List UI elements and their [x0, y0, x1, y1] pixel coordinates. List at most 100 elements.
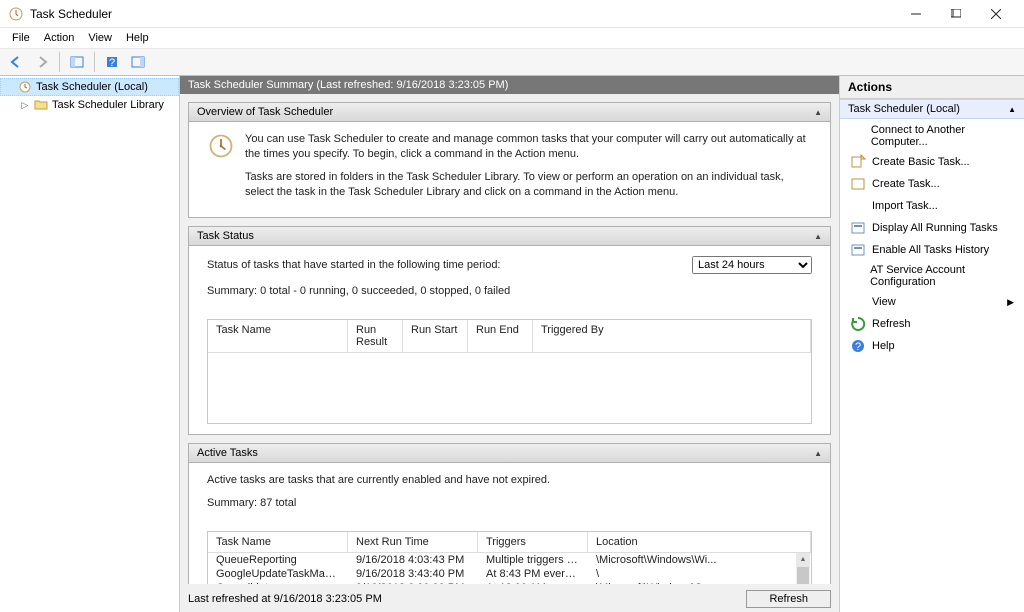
- help-button[interactable]: ?: [100, 51, 124, 73]
- chevron-up-icon: ▲: [814, 449, 822, 458]
- menu-action[interactable]: Action: [38, 30, 81, 46]
- menu-help[interactable]: Help: [120, 30, 155, 46]
- action-item[interactable]: Display All Running Tasks: [840, 217, 1024, 239]
- actions-subheading[interactable]: Task Scheduler (Local) ▲: [840, 99, 1024, 119]
- action-item[interactable]: Create Task...: [840, 173, 1024, 195]
- action-item[interactable]: Create Basic Task...: [840, 151, 1024, 173]
- action-icon: ?: [850, 338, 866, 354]
- col-location[interactable]: Location: [588, 532, 811, 552]
- menu-file[interactable]: File: [6, 30, 36, 46]
- col-task-name[interactable]: Task Name: [208, 320, 348, 352]
- scroll-thumb[interactable]: [797, 567, 809, 584]
- action-icon: [850, 316, 866, 332]
- status-period-select[interactable]: Last 24 hours: [692, 256, 812, 274]
- table-cell: \Microsoft\Windows\Wi...: [588, 553, 811, 567]
- scrollbar[interactable]: ▲ ▼: [796, 553, 810, 584]
- col-next-run-time[interactable]: Next Run Time: [348, 532, 478, 552]
- footer: Last refreshed at 9/16/2018 3:23:05 PM R…: [180, 584, 839, 612]
- minimize-button[interactable]: [896, 2, 936, 26]
- forward-button[interactable]: [30, 51, 54, 73]
- action-item[interactable]: ?Help: [840, 335, 1024, 357]
- action-icon: [850, 154, 866, 170]
- last-refreshed-label: Last refreshed at 9/16/2018 3:23:05 PM: [188, 593, 382, 605]
- tree-library[interactable]: ▷ Task Scheduler Library: [0, 96, 179, 114]
- task-status-header[interactable]: Task Status ▲: [189, 227, 830, 246]
- table-cell: \Microsoft\Windows\C...: [588, 581, 811, 584]
- active-table: Task Name Next Run Time Triggers Locatio…: [207, 531, 812, 584]
- menu-view[interactable]: View: [82, 30, 118, 46]
- scroll-up-icon[interactable]: ▲: [796, 553, 810, 567]
- overview-panel-header[interactable]: Overview of Task Scheduler ▲: [189, 103, 830, 122]
- action-item[interactable]: View▶: [840, 291, 1024, 313]
- action-label: Create Task...: [872, 178, 940, 190]
- maximize-button[interactable]: [936, 2, 976, 26]
- menubar: File Action View Help: [0, 28, 1024, 48]
- toolbar-separator: [94, 52, 95, 72]
- window-title: Task Scheduler: [30, 7, 896, 21]
- tree-root[interactable]: Task Scheduler (Local): [0, 78, 179, 96]
- col-triggered-by[interactable]: Triggered By: [533, 320, 811, 352]
- svg-text:?: ?: [109, 57, 115, 69]
- status-period-label: Status of tasks that have started in the…: [207, 259, 501, 271]
- show-hide-action-pane-button[interactable]: [126, 51, 150, 73]
- close-button[interactable]: [976, 2, 1016, 26]
- table-cell: 9/16/2018 6:00:00 PM: [348, 581, 478, 584]
- clock-icon: [207, 132, 235, 160]
- chevron-up-icon: ▲: [814, 108, 822, 117]
- back-button[interactable]: [4, 51, 28, 73]
- center-body: Overview of Task Scheduler ▲ You can use…: [180, 94, 839, 584]
- action-label: Refresh: [872, 318, 911, 330]
- action-icon: [850, 128, 865, 144]
- table-cell: At 12:00 AM on 1/2/200...: [478, 581, 588, 584]
- active-tasks-title: Active Tasks: [197, 447, 258, 459]
- action-label: Connect to Another Computer...: [871, 124, 1014, 148]
- folder-icon: [33, 97, 49, 113]
- table-cell: QueueReporting: [208, 553, 348, 567]
- active-tasks-panel: Active Tasks ▲ Active tasks are tasks th…: [188, 443, 831, 584]
- chevron-right-icon: ▶: [1007, 297, 1014, 308]
- chevron-right-icon[interactable]: ▷: [20, 100, 30, 111]
- active-table-body: QueueReporting9/16/2018 4:03:43 PMMultip…: [208, 553, 811, 584]
- col-run-end[interactable]: Run End: [468, 320, 533, 352]
- table-row[interactable]: QueueReporting9/16/2018 4:03:43 PMMultip…: [208, 553, 811, 567]
- action-icon: [850, 198, 866, 214]
- titlebar: Task Scheduler: [0, 0, 1024, 28]
- action-label: AT Service Account Configuration: [870, 264, 1014, 288]
- overview-body: You can use Task Scheduler to create and…: [189, 122, 830, 217]
- actions-pane: Actions Task Scheduler (Local) ▲ Connect…: [839, 76, 1024, 612]
- table-cell: At 8:43 PM every day - A...: [478, 567, 588, 581]
- table-row[interactable]: Consolidator9/16/2018 6:00:00 PMAt 12:00…: [208, 581, 811, 584]
- toolbar-separator: [59, 52, 60, 72]
- active-summary: Summary: 87 total: [207, 496, 812, 511]
- col-triggers[interactable]: Triggers: [478, 532, 588, 552]
- actions-list: Connect to Another Computer... Create Bas…: [840, 119, 1024, 359]
- col-run-start[interactable]: Run Start: [403, 320, 468, 352]
- active-tasks-body: Active tasks are tasks that are currentl…: [189, 463, 830, 584]
- col-run-result[interactable]: Run Result: [348, 320, 403, 352]
- action-item[interactable]: Refresh: [840, 313, 1024, 335]
- main-area: Task Scheduler (Local) ▷ Task Scheduler …: [0, 76, 1024, 612]
- action-label: Display All Running Tasks: [872, 222, 998, 234]
- app-icon: [8, 6, 24, 22]
- active-tasks-header[interactable]: Active Tasks ▲: [189, 444, 830, 463]
- status-table-body: [208, 353, 811, 423]
- table-cell: Multiple triggers defined: [478, 553, 588, 567]
- action-item[interactable]: Enable All Tasks History: [840, 239, 1024, 261]
- action-icon: [850, 294, 866, 310]
- refresh-button[interactable]: Refresh: [746, 590, 831, 608]
- action-item[interactable]: Connect to Another Computer...: [840, 121, 1024, 151]
- action-icon: [850, 176, 866, 192]
- tree-pane: Task Scheduler (Local) ▷ Task Scheduler …: [0, 76, 180, 612]
- action-label: Enable All Tasks History: [872, 244, 989, 256]
- action-icon: [850, 268, 864, 284]
- active-table-header: Task Name Next Run Time Triggers Locatio…: [208, 532, 811, 553]
- center-pane: Task Scheduler Summary (Last refreshed: …: [180, 76, 839, 612]
- action-item[interactable]: AT Service Account Configuration: [840, 261, 1024, 291]
- col-task-name[interactable]: Task Name: [208, 532, 348, 552]
- tree-root-label: Task Scheduler (Local): [36, 81, 148, 93]
- show-hide-console-tree-button[interactable]: [65, 51, 89, 73]
- tree-library-label: Task Scheduler Library: [52, 99, 164, 111]
- action-item[interactable]: Import Task...: [840, 195, 1024, 217]
- table-row[interactable]: GoogleUpdateTaskMachineUA9/16/2018 3:43:…: [208, 567, 811, 581]
- task-status-panel: Task Status ▲ Status of tasks that have …: [188, 226, 831, 435]
